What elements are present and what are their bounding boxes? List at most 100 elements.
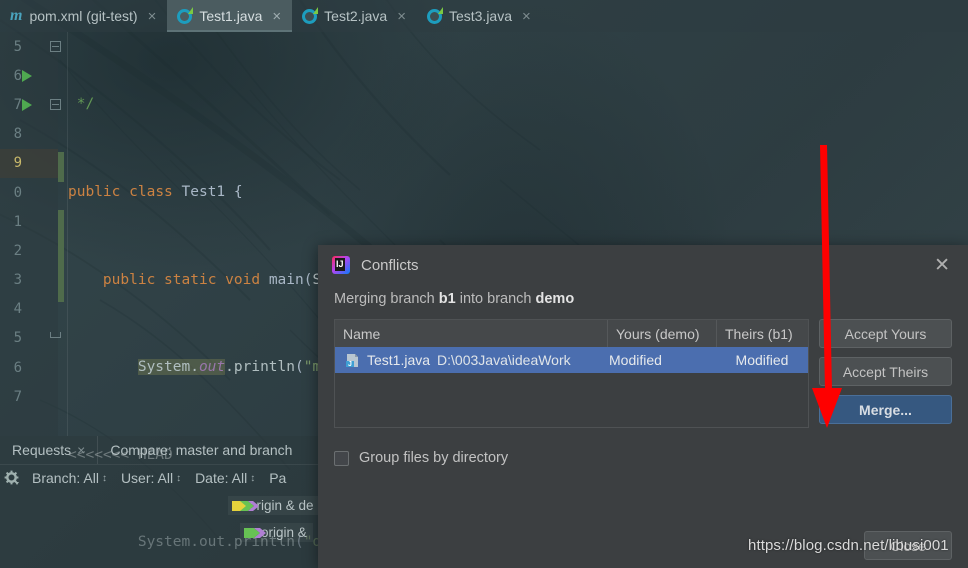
java-class-icon xyxy=(302,6,319,24)
target-branch-name: demo xyxy=(535,291,575,307)
git-tab-requests[interactable]: Requests × xyxy=(0,436,97,464)
gutter-line: 7 xyxy=(0,90,61,119)
gutter-line: 5 xyxy=(0,324,61,353)
accept-theirs-button[interactable]: Accept Theirs xyxy=(819,357,952,386)
dialog-body: Name Yours (demo) Theirs (b1) J Test1.ja… xyxy=(318,319,968,428)
editor-tab-label: Test2.java xyxy=(324,8,388,24)
dialog-action-buttons: Accept Yours Accept Theirs Merge... xyxy=(819,319,952,428)
close-icon[interactable]: × xyxy=(77,442,85,458)
line-number: 8 xyxy=(13,126,22,143)
gear-icon[interactable] xyxy=(4,470,21,487)
accept-yours-button[interactable]: Accept Yours xyxy=(819,319,952,348)
close-icon[interactable]: × xyxy=(272,9,281,24)
column-label: Name xyxy=(343,325,381,342)
line-number: 2 xyxy=(13,242,22,259)
run-gutter-icon[interactable] xyxy=(22,69,32,82)
line-number: 9 xyxy=(13,155,22,172)
gutter-line: 4 xyxy=(0,295,58,324)
close-icon[interactable]: × xyxy=(522,9,531,24)
filter-label: Pa xyxy=(269,470,287,486)
gutter-line: 0 xyxy=(0,178,58,207)
line-number: 0 xyxy=(13,184,22,201)
subtitle-middle: into branch xyxy=(455,291,536,307)
cell-theirs-status: Modified xyxy=(735,352,789,368)
close-icon[interactable]: ✕ xyxy=(928,254,956,277)
editor-tab-pom-xml[interactable]: m pom.xml (git-test) × xyxy=(0,0,167,32)
line-number: 5 xyxy=(13,330,22,347)
filter-user[interactable]: User: All ↕ xyxy=(114,470,188,486)
vcs-change-marker[interactable] xyxy=(58,152,64,182)
group-files-checkbox[interactable] xyxy=(334,450,349,466)
filter-label: Date: All xyxy=(195,470,248,486)
column-header-name[interactable]: Name xyxy=(335,320,607,347)
editor-tab-bar: m pom.xml (git-test) × Test1.java × Test… xyxy=(0,0,968,32)
branch-tag-icon xyxy=(232,500,259,511)
fold-marker-icon[interactable] xyxy=(50,41,61,52)
chevron-updown-icon: ↕ xyxy=(101,472,107,484)
gutter-line: 6 xyxy=(0,353,58,382)
group-files-checkbox-row[interactable]: Group files by directory xyxy=(318,428,968,466)
filter-date[interactable]: Date: All ↕ xyxy=(188,470,262,486)
dialog-subtitle: Merging branch b1 into branch demo xyxy=(318,285,968,319)
gutter-line: 1 xyxy=(0,207,58,236)
java-class-icon xyxy=(177,6,194,24)
editor-tab-test1-java[interactable]: Test1.java × xyxy=(167,0,293,32)
code-line: public class Test1 { xyxy=(68,184,243,200)
java-class-icon xyxy=(426,6,443,24)
source-branch-name: b1 xyxy=(438,291,456,307)
column-label: Yours (demo) xyxy=(616,325,700,342)
watermark-url: https://blog.csdn.net/libusi001 xyxy=(748,537,949,554)
svg-text:J: J xyxy=(348,361,352,368)
line-number: 6 xyxy=(13,67,22,84)
branch-ref-label: origin & de xyxy=(249,498,314,513)
gutter-line: 2 xyxy=(0,236,58,265)
column-label: Theirs (b1) xyxy=(725,325,793,342)
line-number: 7 xyxy=(13,388,22,405)
close-icon[interactable]: × xyxy=(148,9,157,24)
editor-tab-label: Test3.java xyxy=(448,8,513,24)
fold-marker-icon[interactable] xyxy=(50,331,61,338)
column-header-theirs[interactable]: Theirs (b1) xyxy=(716,320,808,347)
gutter-line: 3 xyxy=(0,266,58,295)
gutter-line: 7 xyxy=(0,382,58,411)
column-header-yours[interactable]: Yours (demo) xyxy=(607,320,716,347)
editor-tab-label: Test1.java xyxy=(199,8,263,24)
line-number: 3 xyxy=(13,272,22,289)
editor-tab-test3-java[interactable]: Test3.java × xyxy=(417,0,542,32)
gutter-line: 8 xyxy=(0,120,58,149)
gutter-line: 5 xyxy=(0,32,61,61)
vcs-change-marker[interactable] xyxy=(58,210,64,302)
git-tab-compare[interactable]: Compare: master and branch xyxy=(98,436,304,464)
run-gutter-icon[interactable] xyxy=(22,98,32,111)
editor-tab-label: pom.xml (git-test) xyxy=(29,8,138,24)
line-number: 7 xyxy=(13,96,22,113)
git-tab-label: Compare: master and branch xyxy=(110,442,293,458)
cell-name: J Test1.java D:\003Java\ideaWork xyxy=(335,352,607,368)
editor-gutter[interactable]: 5 6 7 8 9 0 1 2 3 4 5 6 7 xyxy=(0,32,61,436)
merge-button[interactable]: Merge... xyxy=(819,395,952,424)
filter-branch[interactable]: Branch: All ↕ xyxy=(25,470,114,486)
dialog-title: Conflicts xyxy=(361,256,419,274)
file-name: Test1.java xyxy=(367,352,431,368)
screen: m pom.xml (git-test) × Test1.java × Test… xyxy=(0,0,968,568)
cell-yours-status: Modified xyxy=(609,352,662,368)
close-icon[interactable]: × xyxy=(397,9,406,24)
conflicts-table[interactable]: Name Yours (demo) Theirs (b1) J Test1.ja… xyxy=(334,319,809,428)
dialog-title-bar: Conflicts ✕ xyxy=(318,245,968,285)
editor-tab-test2-java[interactable]: Test2.java × xyxy=(292,0,417,32)
branch-ref-chip[interactable]: origin & xyxy=(240,523,313,542)
maven-icon: m xyxy=(10,7,23,24)
chevron-updown-icon: ↕ xyxy=(176,472,182,484)
table-header-row: Name Yours (demo) Theirs (b1) xyxy=(335,320,808,347)
filter-label: Branch: All xyxy=(32,470,99,486)
branch-ref-chip[interactable]: origin & de xyxy=(228,496,320,515)
fold-marker-icon[interactable] xyxy=(50,99,61,111)
intellij-idea-icon xyxy=(332,256,350,274)
filter-paths[interactable]: Pa xyxy=(262,470,293,486)
file-path: D:\003Java\ideaWork xyxy=(437,352,571,368)
branch-tag-icon xyxy=(244,527,266,538)
line-number: 1 xyxy=(13,213,22,230)
git-tab-label: Requests xyxy=(12,442,72,458)
table-row[interactable]: J Test1.java D:\003Java\ideaWork Modifie… xyxy=(335,347,808,373)
line-number: 6 xyxy=(13,359,22,376)
